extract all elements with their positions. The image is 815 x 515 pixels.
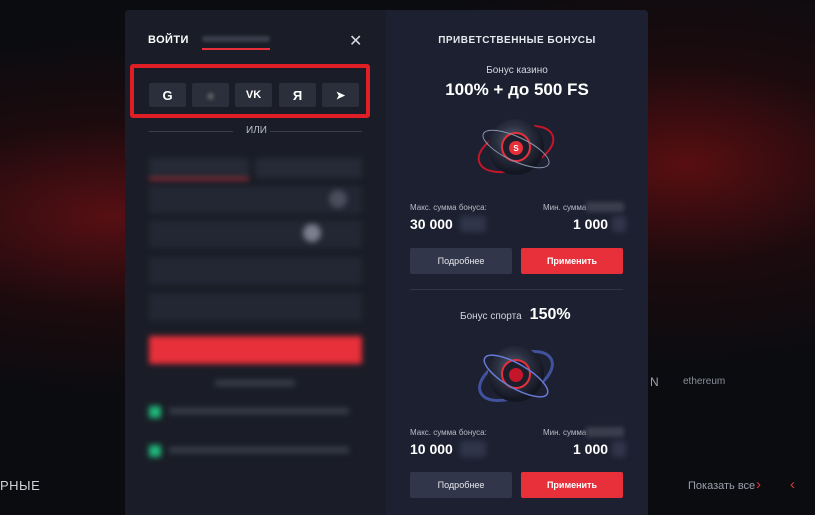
blurred-eye-icon[interactable]	[303, 224, 321, 242]
blurred-currency	[612, 216, 626, 232]
tab-underline	[202, 48, 270, 50]
casino-apply-button[interactable]: Применить	[521, 248, 623, 274]
ethereum-logo: ethereum	[683, 376, 726, 387]
login-panel: ВОЙТИ ✕ G ● VK Я ➤ ИЛИ	[125, 10, 386, 515]
divider	[149, 131, 233, 132]
sport-orb-image	[478, 346, 554, 402]
blurred-field-icon	[329, 190, 347, 208]
divider	[410, 289, 623, 290]
sport-min-label: Мин. сумма	[543, 428, 587, 437]
sport-max-value: 10 000	[410, 441, 453, 457]
sport-bonus-header: Бонус спорта 150%	[460, 306, 571, 324]
or-label: ИЛИ	[246, 125, 267, 136]
bonuses-title: ПРИВЕТСТВЕННЫЕ БОНУСЫ	[438, 35, 596, 46]
casino-bonus-subtitle: Бонус казино	[486, 65, 548, 76]
close-icon[interactable]: ✕	[349, 31, 362, 51]
casino-max-label: Макс. сумма бонуса:	[410, 203, 487, 212]
yandex-icon[interactable]: Я	[279, 83, 316, 107]
blurred-provider-icon[interactable]: ●	[192, 83, 229, 107]
auth-modal: ВОЙТИ ✕ G ● VK Я ➤ ИЛИ ПРИВЕТСТВЕННЫЕ БО…	[125, 10, 648, 515]
chevron-right-icon[interactable]: ›	[756, 476, 761, 493]
telegram-icon[interactable]: ➤	[322, 83, 359, 107]
sport-min-value: 1 000	[573, 441, 609, 457]
sport-max-label: Макс. сумма бонуса:	[410, 428, 487, 437]
casino-more-button[interactable]: Подробнее	[410, 248, 512, 274]
blurred-tab-email[interactable]	[149, 158, 249, 178]
divider	[270, 131, 362, 132]
casino-min-value: 1 000	[573, 216, 609, 232]
blurred-submit-button[interactable]	[149, 336, 362, 364]
tab-login[interactable]: ВОЙТИ	[148, 34, 189, 46]
blurred-label-part	[586, 202, 624, 212]
blurred-promo-field[interactable]	[149, 293, 362, 321]
casino-min-label: Мин. сумма	[543, 203, 587, 212]
blurred-consent-text	[169, 447, 349, 453]
blurred-label-part	[586, 427, 624, 437]
blurred-currency	[612, 441, 626, 457]
blurred-country-select[interactable]	[149, 257, 362, 285]
blurred-checkbox[interactable]	[149, 406, 161, 418]
partner-logo: N	[650, 375, 659, 389]
tab-register[interactable]	[202, 36, 270, 42]
blurred-consent-text	[169, 408, 349, 414]
casino-orb-image: S	[477, 119, 555, 175]
blurred-currency	[460, 441, 486, 457]
blurred-tab-underline	[149, 178, 249, 180]
section-heading: РНЫЕ	[0, 478, 41, 493]
blurred-checkbox[interactable]	[149, 445, 161, 457]
google-icon[interactable]: G	[149, 83, 186, 107]
casino-max-value: 30 000	[410, 216, 453, 232]
show-all-link[interactable]: Показать все	[688, 480, 755, 492]
sport-apply-button[interactable]: Применить	[521, 472, 623, 498]
sport-bonus-headline: 150%	[529, 306, 571, 323]
sport-bonus-subtitle: Бонус спорта	[460, 311, 522, 322]
blurred-label	[215, 380, 295, 386]
casino-bonus-headline: 100% + до 500 FS	[445, 80, 589, 99]
blurred-password-field[interactable]	[149, 220, 362, 248]
svg-text:S: S	[513, 144, 519, 153]
chevron-left-icon[interactable]: ‹	[790, 476, 795, 493]
bonuses-panel: ПРИВЕТСТВЕННЫЕ БОНУСЫ Бонус казино 100% …	[386, 10, 648, 515]
blurred-currency	[460, 216, 486, 232]
vk-icon[interactable]: VK	[235, 83, 272, 107]
blurred-tab-phone[interactable]	[255, 158, 362, 178]
sport-more-button[interactable]: Подробнее	[410, 472, 512, 498]
